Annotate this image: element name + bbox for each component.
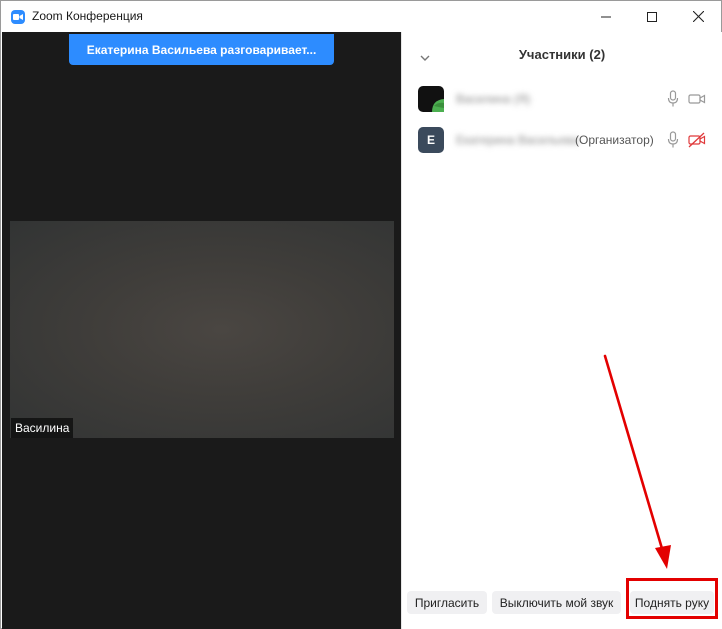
annotation-arrow-icon [603,354,671,569]
